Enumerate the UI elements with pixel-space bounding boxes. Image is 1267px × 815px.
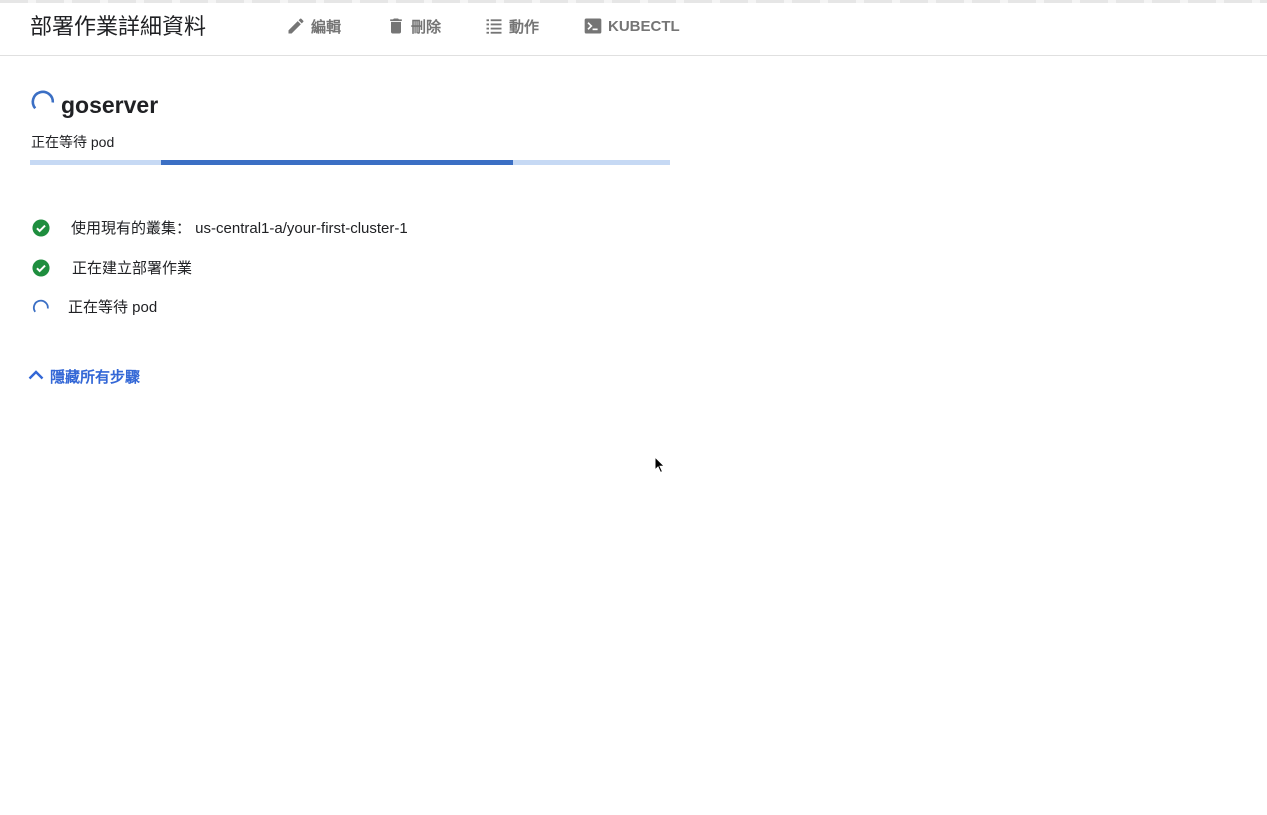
kubectl-button[interactable]: KUBECTL xyxy=(583,12,680,40)
step-label: 正在等待 pod xyxy=(68,299,158,316)
mouse-pointer-icon xyxy=(654,455,666,479)
actions-button-label: 動作 xyxy=(509,18,540,36)
trash-icon xyxy=(386,16,406,36)
step-label: 使用現有的叢集： us-central1-a/your-first-cluste… xyxy=(71,220,408,237)
edit-button-label: 編輯 xyxy=(311,18,342,36)
hide-all-steps-link[interactable]: 隱藏所有步驟 xyxy=(27,366,140,390)
pencil-icon xyxy=(286,16,306,36)
hide-all-steps-label: 隱藏所有步驟 xyxy=(50,369,141,386)
step-label: 正在建立部署作業 xyxy=(72,260,193,277)
progress-track xyxy=(30,160,670,165)
delete-button-label: 刪除 xyxy=(411,18,442,36)
spinner-icon xyxy=(32,298,50,321)
delete-button[interactable]: 刪除 xyxy=(386,12,441,40)
page-title: 部署作業詳細資料 xyxy=(30,14,207,39)
edit-button[interactable]: 編輯 xyxy=(286,12,341,40)
actions-button[interactable]: 動作 xyxy=(484,12,539,40)
check-circle-icon xyxy=(32,259,50,282)
deployment-name: goserver xyxy=(61,92,159,118)
progress-bar-fill xyxy=(161,160,513,165)
deployment-status: 正在等待 pod xyxy=(31,134,115,150)
kubectl-button-label: KUBECTL xyxy=(608,17,680,35)
page-header: 部署作業詳細資料 編輯 刪除 動作 KUBECTL xyxy=(0,3,1267,56)
check-circle-icon xyxy=(32,219,50,242)
chevron-up-icon xyxy=(27,366,45,390)
list-icon xyxy=(484,16,504,36)
loading-spinner-icon xyxy=(30,87,56,118)
terminal-icon xyxy=(583,16,603,36)
